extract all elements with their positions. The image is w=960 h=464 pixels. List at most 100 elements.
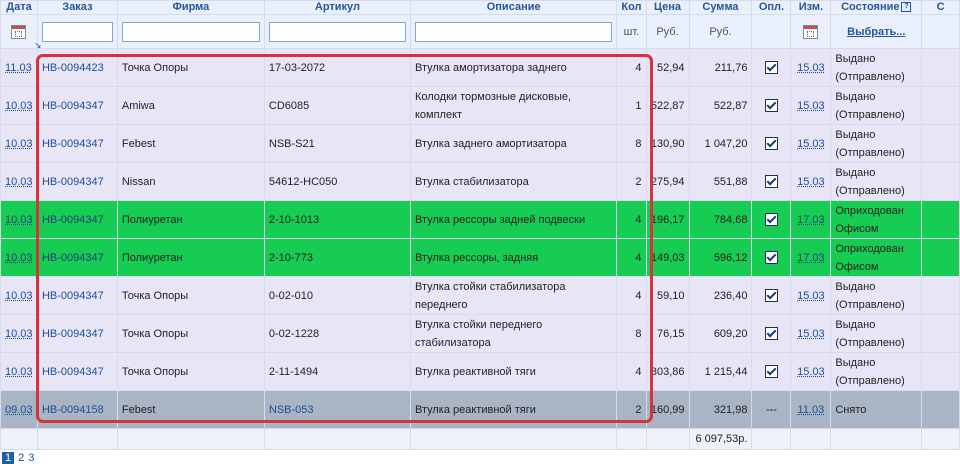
date-link[interactable]: 10.03 — [5, 214, 33, 226]
date-link[interactable]: 11.03 — [5, 62, 32, 74]
article-filter-input[interactable] — [268, 21, 406, 42]
col-header-date[interactable]: Дата — [0, 0, 38, 15]
order-cell: HB-0094158 — [36, 390, 118, 429]
order-link[interactable]: HB-0094347 — [42, 328, 104, 340]
paid-cell — [751, 48, 792, 87]
changed-date-link[interactable]: 15.03 — [797, 176, 825, 188]
date-link[interactable]: 10.03 — [5, 252, 33, 264]
paid-cell — [751, 86, 792, 125]
date-link[interactable]: 10.03 — [5, 176, 33, 188]
date-link[interactable]: 10.03 — [5, 100, 33, 112]
changed-cell: 17.03 — [790, 238, 832, 277]
changed-date-link[interactable]: 15.03 — [797, 62, 825, 74]
paid-checkbox[interactable] — [764, 99, 778, 112]
total-empty-cell — [0, 428, 38, 450]
price-cell: 76,15 — [645, 314, 690, 353]
page-link[interactable]: 3 — [28, 452, 34, 464]
col-header-qty[interactable]: Кол — [616, 0, 647, 15]
changed-date-link[interactable]: 15.03 — [797, 328, 825, 340]
orders-body: 11.03 HB-0094423 Точка Опоры 17-03-2072 Втул… — [0, 48, 960, 450]
firm-filter-input[interactable] — [121, 21, 260, 42]
price-cell: 303,86 — [645, 352, 690, 391]
date-link[interactable]: 10.03 — [5, 138, 33, 150]
paid-checkbox[interactable] — [764, 175, 778, 188]
date-cell: 10.03 — [0, 124, 38, 163]
order-cell: HB-0094347 — [36, 86, 118, 125]
date-filter-cell — [0, 14, 38, 49]
article-text: NSB-S21 — [268, 137, 315, 150]
page-link[interactable]: 2 — [18, 452, 24, 464]
order-link[interactable]: HB-0094347 — [42, 138, 104, 150]
qty-unit: шт. — [616, 14, 647, 49]
table-row: 10.03 HB-0094347 Nissan 54612-HC050 Втулка с… — [0, 162, 960, 201]
article-cell: NSB-053 — [263, 390, 411, 429]
firm-cell: Febest — [116, 124, 265, 163]
changed-date-link[interactable]: 15.03 — [797, 366, 825, 378]
article-cell: 2-10-773 — [263, 238, 411, 277]
total-empty-cell — [645, 428, 690, 450]
order-link[interactable]: HB-0094347 — [42, 100, 104, 112]
col-header-firm[interactable]: Фирма — [116, 0, 265, 15]
qty-cell: 4 — [616, 352, 647, 391]
order-link[interactable]: HB-0094347 — [42, 176, 104, 188]
sum-cell: 609,20 — [688, 314, 753, 353]
table-row: 10.03 HB-0094347 Amiwa CD6085 Колодки тормоз… — [0, 86, 960, 125]
paid-checkbox[interactable] — [764, 365, 778, 378]
order-link[interactable]: HB-0094423 — [42, 62, 104, 74]
col-header-price[interactable]: Цена — [645, 0, 690, 15]
qty-cell: 2 — [616, 162, 647, 201]
table-row: 10.03 HB-0094347 Точка Опоры 2-11-1494 Втулк… — [0, 352, 960, 391]
article-cell: 0-02-1228 — [263, 314, 411, 353]
date-cell: 10.03 — [0, 352, 38, 391]
order-link[interactable]: HB-0094347 — [42, 290, 104, 302]
order-link[interactable]: HB-0094347 — [42, 252, 104, 264]
changed-date-link[interactable]: 17.03 — [797, 252, 825, 264]
changed-date-link[interactable]: 17.03 — [797, 214, 825, 226]
paid-checkbox[interactable] — [764, 213, 778, 226]
paid-checkbox[interactable] — [764, 137, 778, 150]
page-current[interactable]: 1 — [2, 452, 15, 464]
col-header-extra[interactable]: С — [921, 0, 960, 15]
date-link[interactable]: 10.03 — [5, 290, 33, 302]
total-empty-cell — [751, 428, 792, 450]
changed-date-link[interactable]: 15.03 — [797, 138, 825, 150]
changed-date-link[interactable]: 15.03 — [797, 100, 825, 112]
calendar-icon[interactable] — [11, 24, 27, 39]
changed-date-link[interactable]: 11.03 — [798, 404, 825, 416]
sort-arrow-icon[interactable]: ↘ — [34, 40, 42, 51]
qty-cell: 2 — [616, 390, 647, 429]
extra-cell — [921, 200, 960, 239]
qty-cell: 4 — [616, 48, 647, 87]
date-link[interactable]: 09.03 — [5, 404, 33, 416]
changed-cell: 15.03 — [790, 352, 832, 391]
col-header-order[interactable]: Заказ — [36, 0, 118, 15]
qty-cell: 4 — [616, 200, 647, 239]
article-link[interactable]: NSB-053 — [269, 404, 314, 416]
paid-checkbox[interactable] — [764, 61, 778, 74]
col-header-article[interactable]: Артикул — [263, 0, 411, 15]
order-link[interactable]: HB-0094158 — [42, 404, 104, 416]
calendar-icon[interactable] — [803, 24, 819, 39]
state-select-dropdown[interactable]: Выбрать... — [847, 26, 905, 38]
col-header-changed[interactable]: Изм. — [790, 0, 832, 15]
col-header-sum[interactable]: Сумма — [688, 0, 753, 15]
col-header-state-label: Состояние — [841, 1, 900, 14]
col-header-description[interactable]: Описание — [409, 0, 618, 15]
col-header-state[interactable]: Состояние? — [830, 0, 923, 15]
help-icon[interactable]: ? — [901, 2, 912, 13]
order-link[interactable]: HB-0094347 — [42, 366, 104, 378]
total-row: 6 097,53р. — [0, 428, 960, 450]
col-header-paid[interactable]: Опл. — [751, 0, 792, 15]
paid-checkbox[interactable] — [764, 327, 778, 340]
table-row: 10.03 HB-0094347 Точка Опоры 0-02-010 Втулка… — [0, 276, 960, 315]
order-cell: HB-0094347 — [36, 276, 118, 315]
paid-checkbox[interactable] — [764, 251, 778, 264]
paid-checkbox[interactable] — [764, 289, 778, 302]
date-link[interactable]: 10.03 — [5, 366, 33, 378]
description-filter-input[interactable] — [414, 21, 613, 42]
order-link[interactable]: HB-0094347 — [42, 214, 104, 226]
price-cell: 275,94 — [645, 162, 690, 201]
changed-date-link[interactable]: 15.03 — [797, 290, 825, 302]
date-link[interactable]: 10.03 — [5, 328, 33, 340]
order-filter-input[interactable] — [41, 21, 113, 42]
